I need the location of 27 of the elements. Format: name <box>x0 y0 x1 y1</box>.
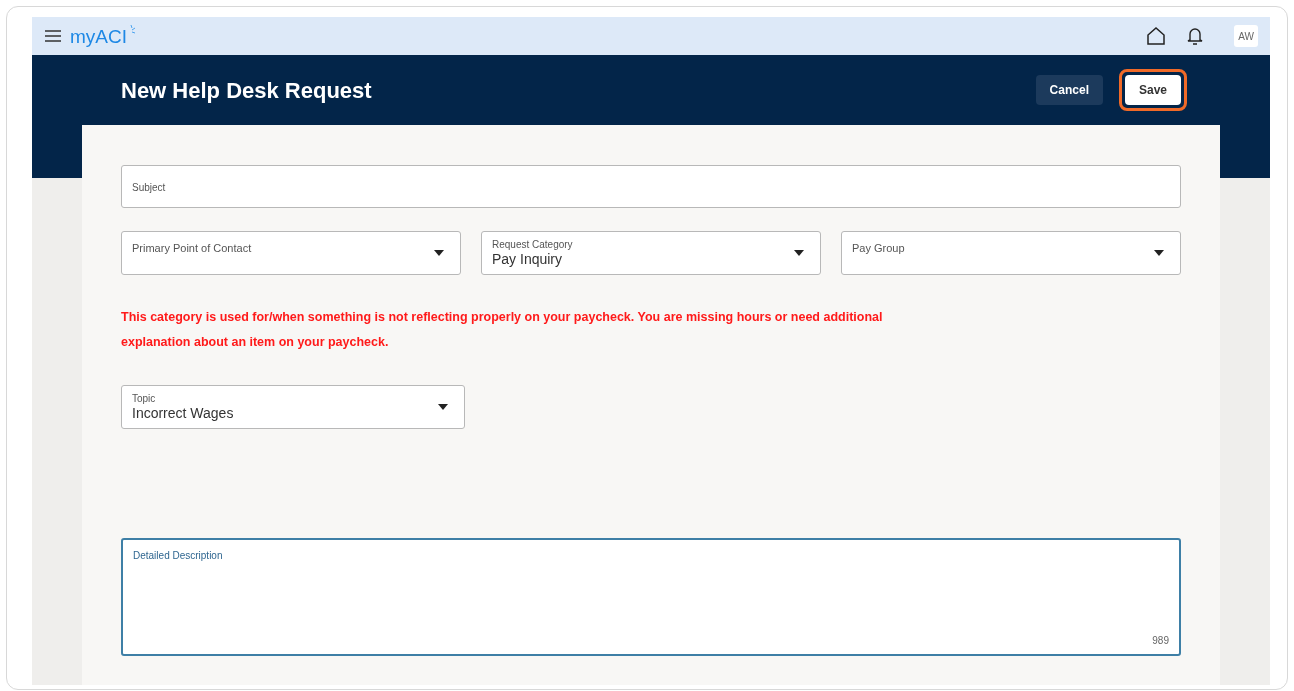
menu-icon[interactable] <box>44 29 62 43</box>
dropdown-field[interactable]: Pay Group <box>841 231 1181 275</box>
notification-bell-icon[interactable] <box>1186 26 1204 46</box>
field-label: Topic <box>132 393 157 405</box>
dropdown-field[interactable]: Request Category Pay Inquiry <box>481 231 821 275</box>
home-icon[interactable] <box>1146 26 1166 46</box>
category-notice: This category is used for/when something is not reflecting properly on your paycheck. You are missing hours or need additional explanation about an item on your paycheck. <box>121 309 884 351</box>
dropdown-field[interactable]: Topic Incorrect Wages <box>121 385 465 429</box>
field-label: Subject <box>132 182 166 193</box>
field-label: Request Category <box>492 239 574 251</box>
dropdown-field[interactable]: Primary Point of Contact <box>121 231 461 275</box>
save-button[interactable]: Save <box>1124 75 1181 105</box>
subject-field[interactable]: Subject <box>121 165 1181 208</box>
caret-icon <box>434 250 444 256</box>
description-field[interactable]: Detailed Description 989 <box>121 538 1181 656</box>
field-value: Pay Inquiry <box>492 251 564 267</box>
user-avatar[interactable]: AW <box>1234 25 1258 47</box>
caret-icon <box>794 250 804 256</box>
character-counter: 989 <box>1152 634 1169 648</box>
caret-icon <box>438 404 448 410</box>
field-value: Incorrect Wages <box>132 405 235 421</box>
field-label: Primary Point of Contact <box>132 242 252 254</box>
cancel-button[interactable]: Cancel <box>1035 75 1103 105</box>
page-title: New Help Desk Request <box>121 76 373 105</box>
caret-icon <box>1154 250 1164 256</box>
field-label: Detailed Description <box>133 549 224 563</box>
field-label: Pay Group <box>852 242 905 254</box>
